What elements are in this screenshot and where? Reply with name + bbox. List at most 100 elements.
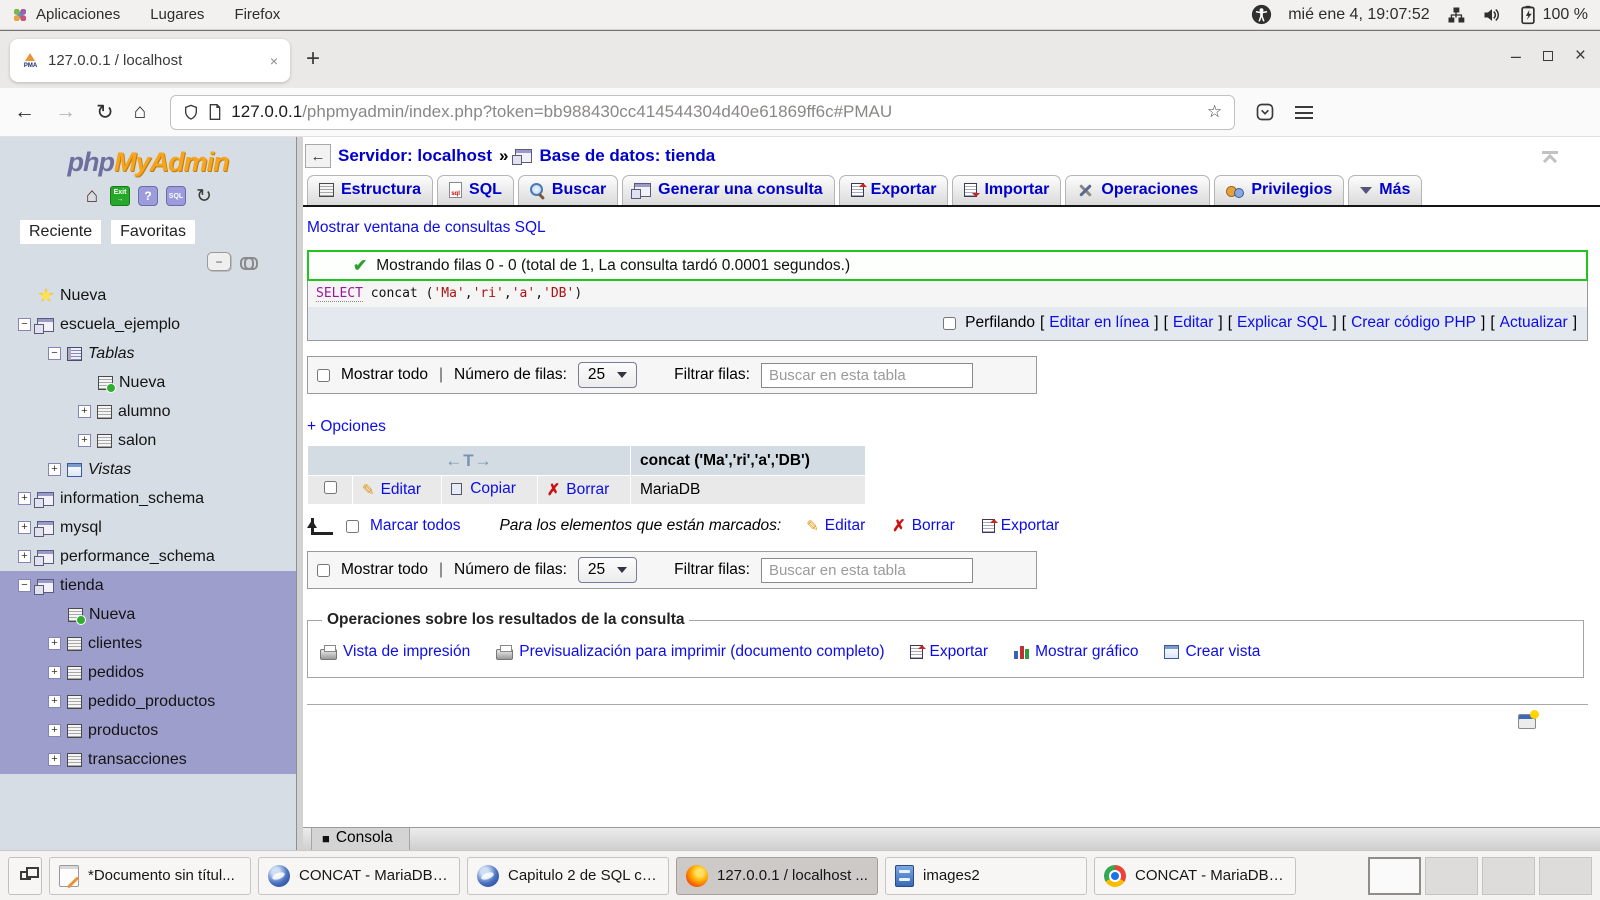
selected-export-link[interactable]: Exportar bbox=[982, 517, 1060, 535]
tab-structure[interactable]: Estructura bbox=[307, 175, 433, 205]
expand-expander[interactable]: + bbox=[18, 521, 31, 534]
open-new-window-icon[interactable] bbox=[1518, 714, 1536, 729]
collapse-expander[interactable]: − bbox=[48, 347, 61, 360]
rows-per-page-select[interactable]: 25 bbox=[578, 362, 637, 388]
tree-item-table[interactable]: +clientes bbox=[0, 629, 296, 658]
breadcrumb-database-link[interactable]: Base de datos: tienda bbox=[539, 146, 715, 166]
tree-item-new-database[interactable]: Nueva bbox=[0, 281, 296, 310]
tab-export[interactable]: Exportar bbox=[839, 175, 949, 205]
tree-item-table[interactable]: +transacciones bbox=[0, 745, 296, 774]
expand-expander[interactable]: + bbox=[78, 434, 91, 447]
filter-rows-input[interactable] bbox=[761, 363, 973, 388]
battery-indicator[interactable]: 100 % bbox=[1518, 5, 1588, 25]
tab-close-icon[interactable]: × bbox=[270, 53, 278, 69]
forward-button[interactable]: → bbox=[55, 100, 76, 124]
show-all-checkbox[interactable] bbox=[317, 564, 330, 577]
home-icon[interactable]: ⌂ bbox=[82, 186, 102, 206]
back-button[interactable]: ← bbox=[14, 100, 35, 124]
sidebar-resize-handle[interactable] bbox=[296, 137, 303, 850]
tree-item-new-table[interactable]: Nueva bbox=[0, 600, 296, 629]
accessibility-icon[interactable] bbox=[1251, 4, 1272, 25]
tree-item-table[interactable]: +pedidos bbox=[0, 658, 296, 687]
tab-privileges[interactable]: Privilegios bbox=[1214, 175, 1344, 205]
column-marker-header[interactable]: ←T→ bbox=[308, 446, 630, 475]
bookmark-star-icon[interactable]: ☆ bbox=[1207, 102, 1222, 122]
create-php-link[interactable]: Crear código PHP bbox=[1351, 314, 1476, 332]
tree-item-database[interactable]: +mysql bbox=[0, 513, 296, 542]
window-close-button[interactable]: × bbox=[1575, 49, 1586, 63]
workspace-3[interactable] bbox=[1482, 857, 1535, 895]
tree-item-database[interactable]: +performance_schema bbox=[0, 542, 296, 571]
new-tab-button[interactable]: + bbox=[306, 45, 320, 73]
create-view-link[interactable]: Crear vista bbox=[1164, 643, 1260, 661]
expand-expander[interactable]: + bbox=[48, 463, 61, 476]
url-bar[interactable]: 127.0.0.1/phpmyadmin/index.php?token=bb9… bbox=[170, 95, 1235, 130]
export-results-link[interactable]: Exportar bbox=[910, 643, 988, 661]
collapse-all-button[interactable]: − bbox=[207, 252, 231, 271]
firefox-menu[interactable]: Firefox bbox=[234, 6, 280, 23]
scroll-top-icon[interactable] bbox=[1542, 151, 1558, 166]
taskbar-item-gedit[interactable]: *Documento sin títul... bbox=[49, 857, 251, 895]
shield-icon[interactable] bbox=[183, 104, 199, 120]
page-info-icon[interactable] bbox=[208, 104, 222, 120]
tab-operations[interactable]: Operaciones bbox=[1065, 175, 1210, 205]
taskbar-item-files[interactable]: images2 bbox=[885, 857, 1087, 895]
favorites-tab[interactable]: Favoritas bbox=[111, 220, 195, 244]
browser-tab[interactable]: PMA 127.0.0.1 / localhost × bbox=[10, 39, 290, 82]
help-icon[interactable]: ? bbox=[138, 186, 158, 206]
tree-item-table[interactable]: +pedido_productos bbox=[0, 687, 296, 716]
breadcrumb-server-link[interactable]: Servidor: localhost bbox=[338, 146, 492, 166]
tab-search[interactable]: Buscar bbox=[518, 175, 618, 205]
row-edit-link[interactable]: ✎Editar bbox=[362, 481, 421, 499]
pocket-icon[interactable] bbox=[1255, 102, 1275, 122]
reload-button[interactable]: ↻ bbox=[96, 100, 114, 125]
volume-icon[interactable] bbox=[1482, 5, 1502, 25]
print-view-link[interactable]: Vista de impresión bbox=[320, 643, 470, 661]
window-maximize-button[interactable] bbox=[1543, 51, 1553, 61]
taskbar-item-chrome[interactable]: CONCAT - MariaDB K... bbox=[1094, 857, 1296, 895]
selected-edit-link[interactable]: ✎Editar bbox=[806, 517, 865, 535]
display-chart-link[interactable]: Mostrar gráfico bbox=[1014, 643, 1138, 661]
system-clock[interactable]: mié ene 4, 19:07:52 bbox=[1288, 6, 1429, 24]
tree-item-views-group[interactable]: +Vistas bbox=[0, 455, 296, 484]
expand-expander[interactable]: + bbox=[48, 753, 61, 766]
tree-item-new-table[interactable]: Nueva bbox=[0, 368, 296, 397]
recent-tab[interactable]: Reciente bbox=[20, 220, 101, 244]
expand-expander[interactable]: + bbox=[78, 405, 91, 418]
breadcrumb-back-button[interactable]: ← bbox=[305, 144, 331, 168]
taskbar-item-web-1[interactable]: CONCAT - MariaDB K... bbox=[258, 857, 460, 895]
sql-help-icon[interactable]: SQL bbox=[166, 186, 186, 206]
workspace-4[interactable] bbox=[1539, 857, 1592, 895]
expand-expander[interactable]: + bbox=[18, 550, 31, 563]
row-checkbox[interactable] bbox=[324, 481, 337, 494]
collapse-expander[interactable]: − bbox=[18, 579, 31, 592]
show-desktop-button[interactable] bbox=[8, 857, 42, 895]
explain-sql-link[interactable]: Explicar SQL bbox=[1237, 314, 1327, 332]
tree-item-database[interactable]: −escuela_ejemplo bbox=[0, 310, 296, 339]
row-delete-link[interactable]: ✗Borrar bbox=[547, 480, 609, 500]
tab-query-builder[interactable]: Generar una consulta bbox=[622, 175, 835, 205]
workspace-2[interactable] bbox=[1425, 857, 1478, 895]
filter-rows-input[interactable] bbox=[761, 558, 973, 583]
menu-hamburger-icon[interactable] bbox=[1295, 106, 1313, 119]
pma-logo[interactable]: phpMyAdmin bbox=[0, 147, 296, 178]
options-toggle-link[interactable]: + Opciones bbox=[307, 418, 386, 436]
sql-window-link[interactable]: Mostrar ventana de consultas SQL bbox=[307, 219, 546, 236]
tree-item-table[interactable]: +productos bbox=[0, 716, 296, 745]
expand-expander[interactable]: + bbox=[48, 637, 61, 650]
tree-item-table[interactable]: +alumno bbox=[0, 397, 296, 426]
expand-expander[interactable]: + bbox=[48, 666, 61, 679]
tab-sql[interactable]: sqlSQL bbox=[437, 175, 514, 205]
network-icon[interactable] bbox=[1446, 5, 1466, 25]
tree-item-database[interactable]: +information_schema bbox=[0, 484, 296, 513]
expand-expander[interactable]: + bbox=[48, 724, 61, 737]
expand-expander[interactable]: + bbox=[18, 492, 31, 505]
tab-import[interactable]: Importar bbox=[952, 175, 1061, 205]
applications-menu[interactable]: Aplicaciones bbox=[12, 6, 120, 23]
workspace-1[interactable] bbox=[1368, 857, 1421, 895]
tab-more[interactable]: Más bbox=[1348, 175, 1422, 205]
print-preview-link[interactable]: Previsualización para imprimir (document… bbox=[496, 643, 884, 661]
refresh-link[interactable]: Actualizar bbox=[1500, 314, 1568, 332]
tree-item-database-selected[interactable]: −tienda bbox=[0, 571, 296, 600]
show-all-checkbox[interactable] bbox=[317, 369, 330, 382]
